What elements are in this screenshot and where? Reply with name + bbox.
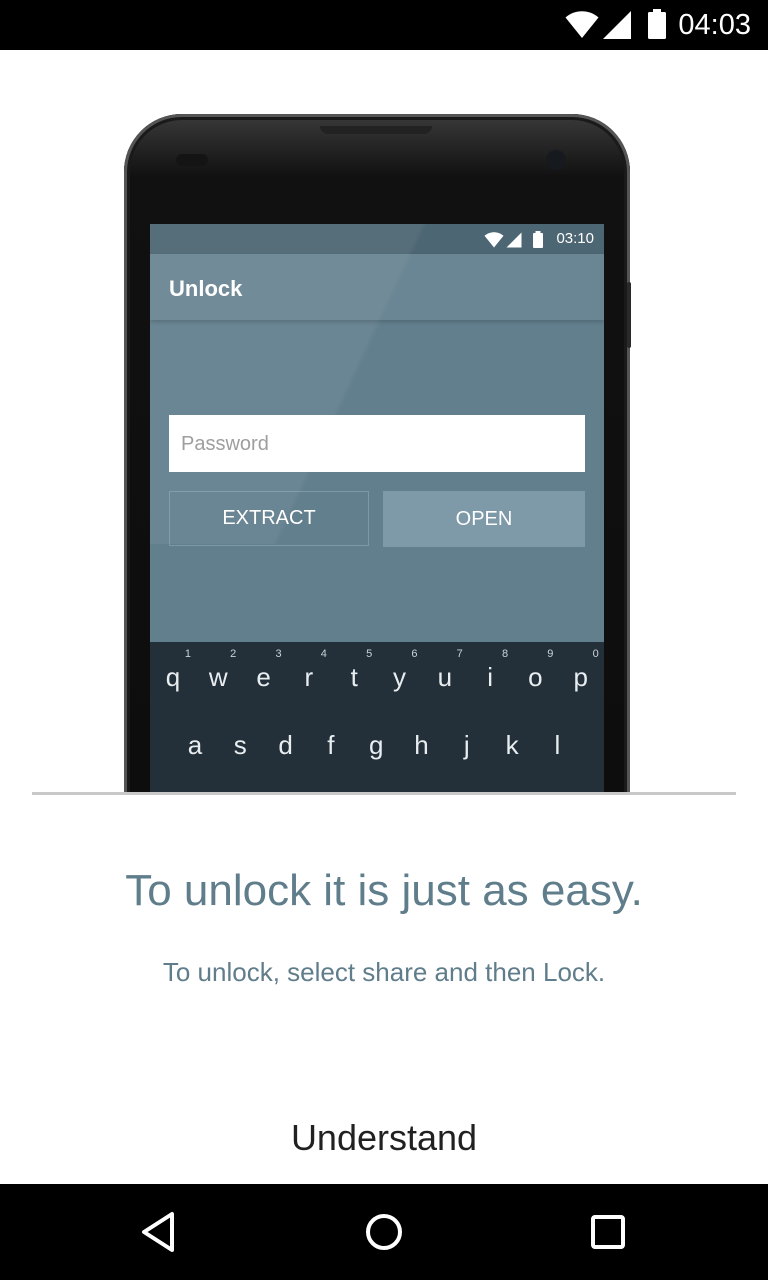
wifi-icon [565,11,599,38]
home-icon[interactable] [360,1208,408,1256]
illustration-password-field: Password [169,415,585,472]
status-time: 04:03 [678,9,751,41]
keyboard-key-number: 9 [547,648,554,660]
navigation-bar [0,1184,768,1280]
recents-icon[interactable] [584,1208,632,1256]
phone-camera [546,150,566,170]
keyboard-key: u7 [437,648,463,692]
phone-side-button [627,282,631,348]
inner-cellular-icon [506,232,522,248]
keyboard-key: i8 [487,648,509,692]
illustration-keyboard: q1 w2 e3 r4 t5 y6 u7 i8 o9 p0 as d f gh j k l [150,642,604,792]
phone-speaker [320,126,432,134]
illustration-open-button: OPEN [383,491,585,547]
keyboard-key: r4 [304,648,327,692]
illustration-extract-button: EXTRACT [169,491,369,546]
keyboard-key: q1 [165,648,191,692]
phone-screen: 03:10 Unlock Password EXTRACT OPEN q1 w2 e… [150,224,604,792]
keyboard-key: t5 [350,648,373,692]
inner-wifi-icon [484,232,504,248]
cellular-signal-icon [603,11,631,39]
keyboard-key: d [278,730,293,760]
keyboard-key-number: 5 [366,648,373,660]
keyboard-key: k [505,730,519,760]
keyboard-key-number: 6 [411,648,418,660]
keyboard-key-number: 8 [501,648,509,660]
keyboard-key: l [554,730,561,760]
keyboard-key: j [463,730,470,760]
phone-illustration: 03:10 Unlock Password EXTRACT OPEN q1 w2 e… [0,50,768,792]
inner-app-bar: Unlock [150,254,604,320]
inner-status-bar: 03:10 [150,224,604,254]
understand-button[interactable]: Understand [234,1110,534,1166]
keyboard-key-number: 2 [230,648,237,660]
keyboard-key-number: 4 [320,648,327,660]
inner-battery-icon [533,231,543,248]
keyboard-key-number: 1 [184,648,191,660]
keyboard-key: y6 [393,648,418,692]
keyboard-key: o9 [528,648,554,692]
keyboard-key: e3 [256,648,282,692]
keyboard-key-number: 7 [456,648,463,660]
keyboard-key: s [233,730,247,760]
phone-sensor [176,154,208,166]
keyboard-key: g [368,730,384,760]
keyboard-key-number: 3 [275,648,282,660]
keyboard-key: f [327,730,335,760]
keyboard-key: a [187,730,203,760]
inner-app-title: Unlock [169,276,243,301]
keyboard-key: w2 [208,648,237,692]
description: To unlock, select share and then Lock. [162,957,606,987]
keyboard-key: p0 [573,648,599,692]
keyboard-key: h [414,730,429,760]
back-icon[interactable] [136,1208,184,1256]
keyboard-key-number: 0 [592,648,599,660]
divider [32,792,736,795]
status-bar: 04:03 [0,0,768,50]
battery-icon [648,9,666,39]
headline: To unlock it is just as easy. [125,866,643,915]
password-placeholder: Password [181,433,269,455]
inner-status-time: 03:10 [556,230,594,247]
